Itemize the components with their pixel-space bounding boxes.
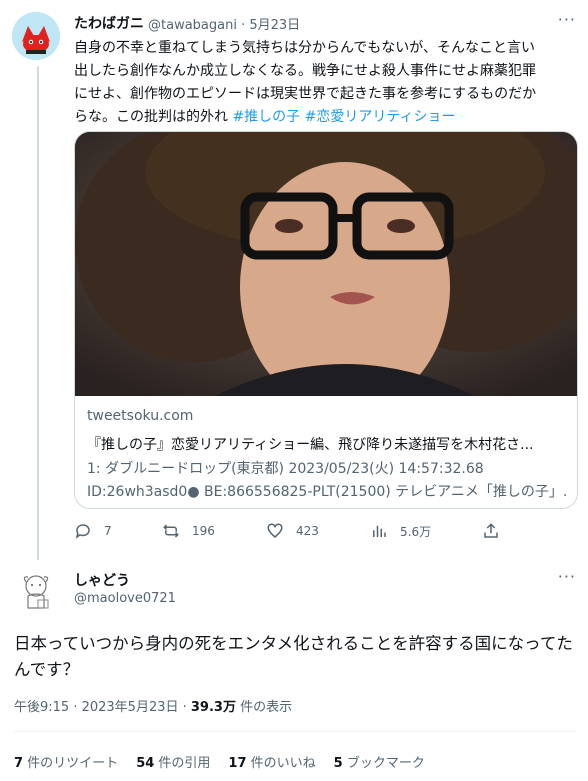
stat-label: 件のいいね (246, 756, 316, 771)
more-options-icon[interactable]: ··· (558, 567, 576, 586)
tweet-text: 自身の不幸と重ねてしまう気持ちは分からんでもないが、そんなこと言い 出したら創作… (74, 37, 574, 129)
stat-count: 17 (228, 756, 247, 771)
more-options-icon[interactable]: ··· (558, 10, 576, 29)
card-description-line: 1: ダブルニードロップ(東京都) 2023/05/23(火) 14:57:32… (87, 461, 484, 477)
card-title[interactable]: 『推しの子』恋愛リアリティショー編、飛び降り未遂描写を木村花さ... (87, 434, 567, 455)
avatar[interactable] (12, 12, 60, 60)
reply-button[interactable]: 7 (74, 520, 112, 542)
bookmarks-stat[interactable]: 5 ブックマーク (334, 752, 425, 771)
display-name[interactable]: しゃどう (74, 570, 130, 590)
quotes-stat[interactable]: 54 件の引用 (136, 752, 210, 771)
hashtag-link[interactable]: #恋愛リアリティショー (305, 109, 456, 125)
portrait-photo (75, 132, 577, 396)
stat-count: 54 (136, 756, 155, 771)
stat-label: 件の引用 (154, 756, 211, 771)
tweet-timestamp-views: 午後9:15 · 2023年5月23日 · 39.3万 件の表示 (14, 696, 292, 715)
retweets-stat[interactable]: 7 件のリツイート (14, 752, 118, 771)
like-button[interactable]: 423 (266, 520, 319, 542)
retweet-button[interactable]: 196 (162, 520, 215, 542)
stat-count: 7 (14, 756, 24, 771)
card-image (75, 132, 577, 396)
engagement-stats: 7 件のリツイート 54 件の引用 17 件のいいね 5 ブックマーク (14, 752, 443, 771)
tweet-actions-bar: 7 196 423 5.6万 (74, 520, 504, 542)
thread-connector-line (37, 66, 39, 560)
stat-count: 5 (333, 756, 343, 771)
timestamp[interactable]: 午後9:15 · 2023年5月23日 · (14, 700, 191, 715)
avatar[interactable] (12, 568, 60, 616)
tweet-text-line: 出したら創作なんか成立しなくなる。戦争にせよ殺人事件にせよ麻薬犯罪 (74, 63, 536, 79)
tweet-text-line: 自身の不幸と重ねてしまう気持ちは分からんでもないが、そんなこと言い (74, 40, 536, 56)
crab-character-icon (12, 12, 60, 60)
views-count: 5.6万 (400, 524, 432, 539)
handle[interactable]: @maolove0721 (74, 591, 176, 606)
handle-and-date[interactable]: @tawabagani · 5月23日 (148, 14, 300, 33)
retweet-icon (163, 524, 179, 538)
like-count: 423 (296, 524, 319, 538)
analytics-icon (373, 525, 386, 537)
views-label: 件の表示 (235, 700, 293, 715)
tweet-text-tail: らな。この批判は的外れ (74, 109, 228, 125)
share-icon (484, 523, 498, 538)
tweet-text-line: にせよ、創作物のエピソードは現実世界で起きた事を参考にするものだか (74, 86, 537, 102)
tweet-text-line: らな。この批判は的外れ #推しの子 #恋愛リアリティショー (74, 106, 574, 129)
retweet-count: 196 (192, 524, 215, 538)
display-name[interactable]: たわばガニ (74, 13, 144, 33)
divider (14, 731, 576, 732)
reply-count: 7 (104, 524, 112, 538)
dog-sketch-icon (12, 568, 60, 616)
hashtag-link[interactable]: #推しの子 (232, 109, 300, 125)
stat-label: ブックマーク (342, 756, 425, 771)
share-button[interactable] (482, 520, 500, 542)
tweet-header: たわばガニ @tawabagani · 5月23日 (74, 13, 300, 33)
reply-icon (75, 524, 90, 539)
likes-stat[interactable]: 17 件のいいね (228, 752, 315, 771)
stat-label: 件のリツイート (23, 756, 119, 771)
link-preview-card[interactable]: tweetsoku.com 『推しの子』恋愛リアリティショー編、飛び降り未遂描写… (74, 131, 578, 509)
card-domain: tweetsoku.com (87, 408, 194, 424)
card-meta: tweetsoku.com 『推しの子』恋愛リアリティショー編、飛び降り未遂描写… (87, 408, 567, 504)
card-description-line: ID:26wh3asd0● BE:866556825-PLT(21500) テレ… (87, 484, 567, 500)
views-button[interactable]: 5.6万 (370, 520, 431, 542)
tweet-text: 日本っていつから身内の死をエンタメ化されることを許容する国になってたんです？ (14, 634, 573, 679)
views-count: 39.3万 (190, 700, 236, 715)
card-description: 1: ダブルニードロップ(東京都) 2023/05/23(火) 14:57:32… (87, 458, 567, 504)
heart-icon (267, 523, 283, 538)
